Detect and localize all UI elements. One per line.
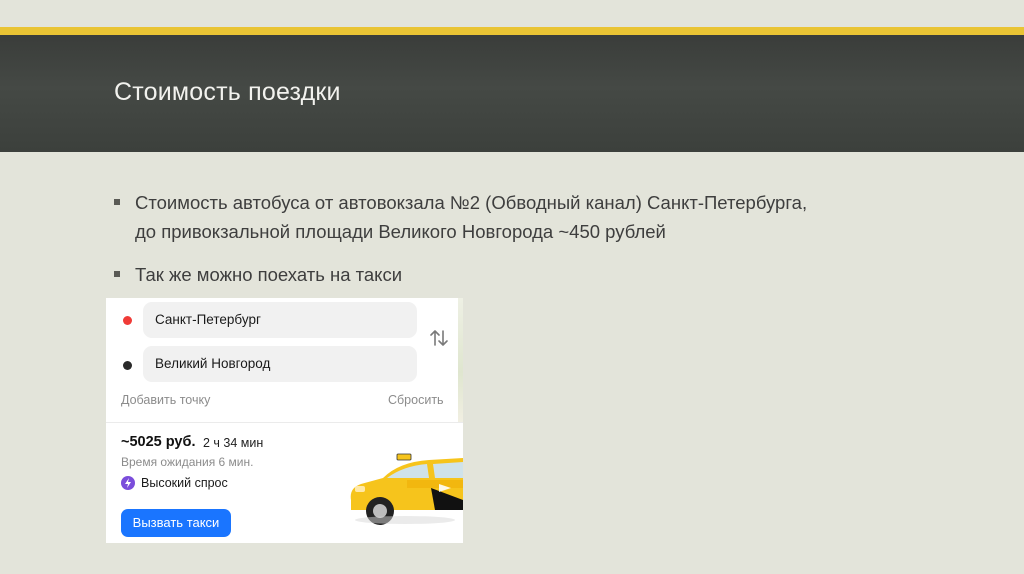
high-demand-label: Высокий спрос: [141, 476, 228, 490]
bullet-list: Стоимость автобуса от автовокзала №2 (Об…: [114, 188, 934, 289]
ride-price: ~5025 руб.: [121, 434, 196, 450]
call-taxi-button[interactable]: Вызвать такси: [121, 509, 231, 537]
taxi-option-text: Так же можно поехать на такси: [135, 264, 403, 285]
ride-duration: 2 ч 34 мин: [203, 436, 264, 450]
taxi-app-screenshot: Санкт-Петербург Великий Новгород Добавит…: [106, 298, 463, 543]
bus-cost-line-1: Стоимость автобуса от автовокзала №2 (Об…: [135, 192, 808, 213]
accent-bar: [0, 27, 1024, 35]
bus-cost-line-2: до привокзальной площади Великого Новгор…: [135, 221, 666, 242]
lightning-icon: [121, 476, 135, 490]
reset-link[interactable]: Сбросить: [388, 393, 444, 407]
origin-dot-icon: [123, 316, 132, 325]
destination-field[interactable]: Великий Новгород: [143, 346, 417, 382]
destination-dot-icon: [123, 361, 132, 370]
origin-field[interactable]: Санкт-Петербург: [143, 302, 417, 338]
wait-time: Время ожидания 6 мин.: [121, 455, 254, 469]
bullet-marker: [114, 199, 120, 205]
bullet-item-taxi: Так же можно поехать на такси: [114, 260, 934, 289]
add-point-link[interactable]: Добавить точку: [121, 393, 210, 407]
swap-vertical-arrows-icon[interactable]: [428, 328, 450, 348]
slide-title: Стоимость поездки: [114, 78, 341, 106]
map-edge: [458, 298, 463, 422]
bullet-marker: [114, 271, 120, 277]
yellow-taxi-car-image: [347, 448, 463, 528]
bullet-item-bus: Стоимость автобуса от автовокзала №2 (Об…: [114, 188, 934, 246]
divider: [106, 422, 463, 423]
